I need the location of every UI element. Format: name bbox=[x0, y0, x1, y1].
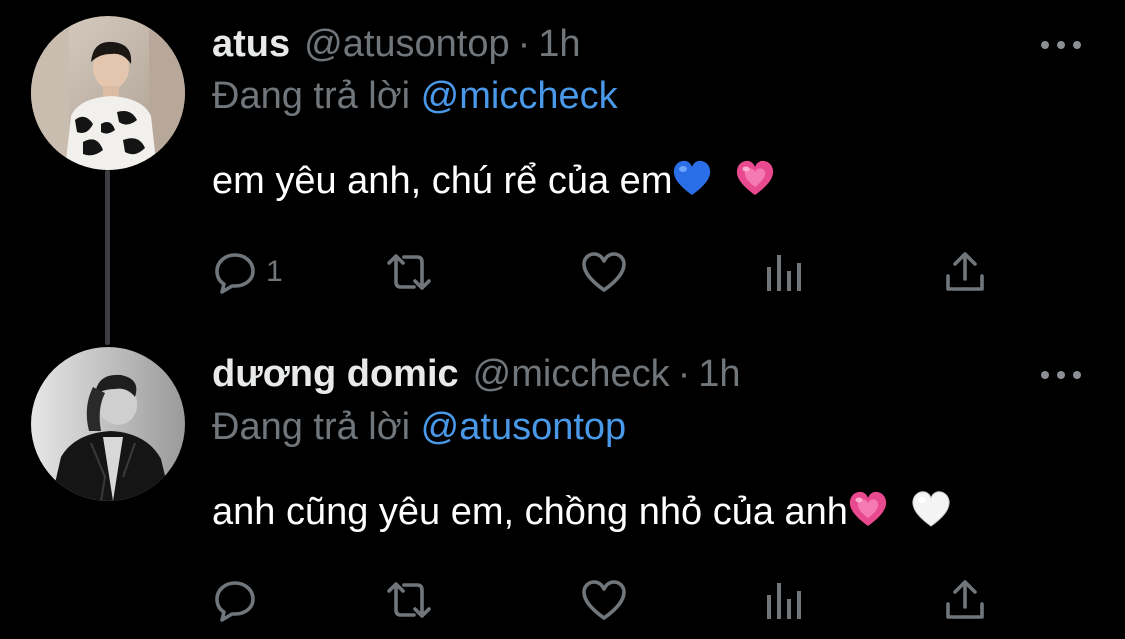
display-name[interactable]: atus bbox=[212, 23, 290, 65]
retweet-button[interactable] bbox=[384, 247, 434, 297]
avatar[interactable] bbox=[31, 16, 185, 170]
user-handle[interactable]: @miccheck bbox=[473, 353, 670, 395]
reply-mention-link[interactable]: @atusontop bbox=[421, 406, 627, 448]
tweet-text-content: em yêu anh, chú rể của em bbox=[212, 160, 673, 202]
tweet-header: atus @atusontop · 1h bbox=[212, 21, 581, 67]
like-button[interactable] bbox=[580, 575, 628, 625]
replying-to: Đang trả lời @miccheck bbox=[212, 73, 618, 119]
share-icon bbox=[946, 252, 984, 291]
user-handle[interactable]: @atusontop bbox=[304, 23, 510, 65]
share-icon bbox=[946, 580, 984, 619]
stats-icon bbox=[767, 255, 801, 291]
tweet-actions: 1 bbox=[212, 247, 1002, 297]
white-heart-emoji-icon bbox=[911, 491, 950, 527]
retweet-button[interactable] bbox=[384, 575, 434, 625]
separator-dot: · bbox=[677, 353, 691, 395]
stats-button[interactable] bbox=[764, 247, 806, 297]
stats-button[interactable] bbox=[764, 575, 806, 625]
share-button[interactable] bbox=[942, 575, 988, 625]
separator-dot: · bbox=[517, 23, 531, 65]
replying-to: Đang trả lời @atusontop bbox=[212, 404, 626, 450]
timestamp[interactable]: 1h bbox=[538, 23, 580, 65]
reply-button[interactable] bbox=[212, 575, 266, 625]
like-icon bbox=[582, 252, 626, 292]
retweet-icon bbox=[387, 254, 431, 290]
more-icon[interactable] bbox=[1041, 368, 1081, 382]
growing-heart-emoji-icon bbox=[736, 160, 774, 195]
retweet-icon bbox=[387, 582, 431, 618]
tweet-actions bbox=[212, 575, 1002, 625]
reply-icon bbox=[215, 253, 255, 294]
growing-heart-emoji-icon bbox=[849, 491, 887, 526]
tweet[interactable]: atus @atusontop · 1h Đang trả lời @miccheck… bbox=[0, 0, 1125, 330]
reply-mention-link[interactable]: @miccheck bbox=[421, 75, 618, 117]
blue-heart-emoji-icon bbox=[674, 160, 711, 195]
stats-icon bbox=[767, 583, 801, 619]
reply-count: 1 bbox=[266, 255, 283, 288]
replying-to-label: Đang trả lời bbox=[212, 75, 411, 117]
tweet-header: dương domic @miccheck · 1h bbox=[212, 351, 741, 397]
tweet-text: em yêu anh, chú rể của em bbox=[212, 156, 775, 206]
avatar[interactable] bbox=[31, 347, 185, 501]
more-icon[interactable] bbox=[1041, 38, 1081, 52]
tweet-text-content: anh cũng yêu em, chồng nhỏ của anh bbox=[212, 491, 848, 533]
replying-to-label: Đang trả lời bbox=[212, 406, 411, 448]
reply-button[interactable]: 1 bbox=[212, 247, 283, 297]
tweet-text: anh cũng yêu em, chồng nhỏ của anh bbox=[212, 487, 951, 537]
timestamp[interactable]: 1h bbox=[698, 353, 740, 395]
like-button[interactable] bbox=[580, 247, 628, 297]
like-icon bbox=[582, 580, 626, 620]
tweet[interactable]: dương domic @miccheck · 1h Đang trả lời @at… bbox=[0, 332, 1125, 639]
display-name[interactable]: dương domic bbox=[212, 353, 459, 395]
share-button[interactable] bbox=[942, 247, 988, 297]
reply-icon bbox=[215, 581, 255, 622]
